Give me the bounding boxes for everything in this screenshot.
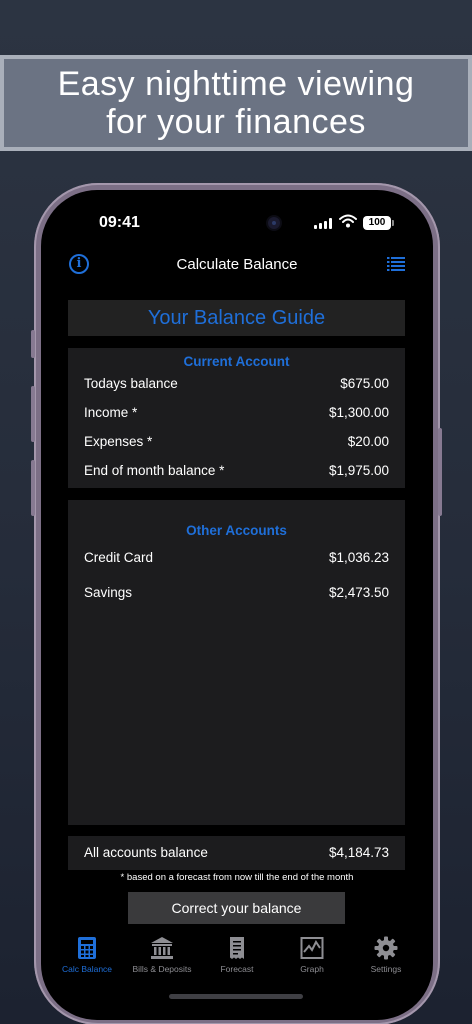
row-label: Expenses * xyxy=(84,434,153,449)
balance-guide-title: Your Balance Guide xyxy=(68,300,405,336)
tab-label: Calc Balance xyxy=(61,964,113,974)
current-account-card: Current Account Todays balance $675.00 I… xyxy=(68,348,405,488)
list-item[interactable]: Savings $2,473.50 xyxy=(84,585,389,600)
phone-side-button xyxy=(31,330,35,358)
list-item[interactable]: Expenses * $20.00 xyxy=(84,434,389,449)
tab-label: Graph xyxy=(300,964,324,974)
graph-icon xyxy=(300,937,324,959)
row-value: $2,473.50 xyxy=(328,585,389,600)
cellular-signal-icon xyxy=(314,218,332,229)
list-item[interactable]: Income * $1,300.00 xyxy=(84,405,389,420)
row-value: $20.00 xyxy=(347,434,389,449)
row-label: Savings xyxy=(84,585,133,600)
receipt-icon xyxy=(230,937,244,959)
tab-settings[interactable]: Settings xyxy=(347,936,425,974)
row-label: End of month balance * xyxy=(84,463,225,478)
status-bar: 09:41 100 xyxy=(41,190,433,250)
row-value: $1,975.00 xyxy=(328,463,389,478)
tab-label: Forecast xyxy=(220,964,254,974)
total-row: All accounts balance $4,184.73 xyxy=(84,845,389,860)
camera-icon xyxy=(268,217,280,229)
phone-volume-down-button xyxy=(31,460,35,516)
gear-icon xyxy=(374,936,398,960)
correct-balance-button[interactable]: Correct your balance xyxy=(128,892,345,924)
other-accounts-heading: Other Accounts xyxy=(186,523,287,538)
row-value: $675.00 xyxy=(340,376,389,391)
list-item[interactable]: Credit Card $1,036.23 xyxy=(84,550,389,565)
row-label: Todays balance xyxy=(84,376,178,391)
phone-screen: 09:41 100 i Calculate Balance Your Balan… xyxy=(41,190,433,1020)
row-label: Credit Card xyxy=(84,550,154,565)
tab-forecast[interactable]: Forecast xyxy=(198,936,276,974)
total-label: All accounts balance xyxy=(84,845,208,860)
forecast-footnote: * based on a forecast from now till the … xyxy=(120,872,354,883)
bank-icon xyxy=(151,937,173,959)
home-indicator[interactable] xyxy=(169,994,303,999)
list-item[interactable]: Todays balance $675.00 xyxy=(84,376,389,391)
status-time: 09:41 xyxy=(99,214,140,231)
banner-line-1: Easy nighttime viewing xyxy=(57,65,415,103)
list-item[interactable]: End of month balance * $1,975.00 xyxy=(84,463,389,478)
tab-calc-balance[interactable]: Calc Balance xyxy=(48,936,126,974)
phone-power-button xyxy=(438,428,442,516)
total-value: $4,184.73 xyxy=(328,845,389,860)
tab-label: Settings xyxy=(370,964,402,974)
wifi-icon xyxy=(339,214,357,228)
nav-title: Calculate Balance xyxy=(176,256,298,273)
other-accounts-card: Other Accounts Credit Card $1,036.23 Sav… xyxy=(68,500,405,825)
tab-label: Bills & Deposits xyxy=(132,964,192,974)
battery-icon: 100 xyxy=(363,216,394,230)
banner-line-2: for your finances xyxy=(106,103,366,141)
phone-volume-up-button xyxy=(31,386,35,442)
list-icon[interactable] xyxy=(387,257,405,271)
tab-bills-deposits[interactable]: Bills & Deposits xyxy=(123,936,201,974)
row-value: $1,036.23 xyxy=(328,550,389,565)
row-label: Income * xyxy=(84,405,138,420)
row-value: $1,300.00 xyxy=(328,405,389,420)
tab-graph[interactable]: Graph xyxy=(273,936,351,974)
all-accounts-total-card: All accounts balance $4,184.73 xyxy=(68,836,405,870)
tab-bar: Calc Balance Bills & Deposits Forecast G… xyxy=(41,936,433,986)
current-account-heading: Current Account xyxy=(183,354,290,369)
calculator-icon xyxy=(78,937,96,959)
nav-bar: i Calculate Balance xyxy=(41,250,433,278)
promo-banner: Easy nighttime viewing for your finances xyxy=(0,55,472,151)
